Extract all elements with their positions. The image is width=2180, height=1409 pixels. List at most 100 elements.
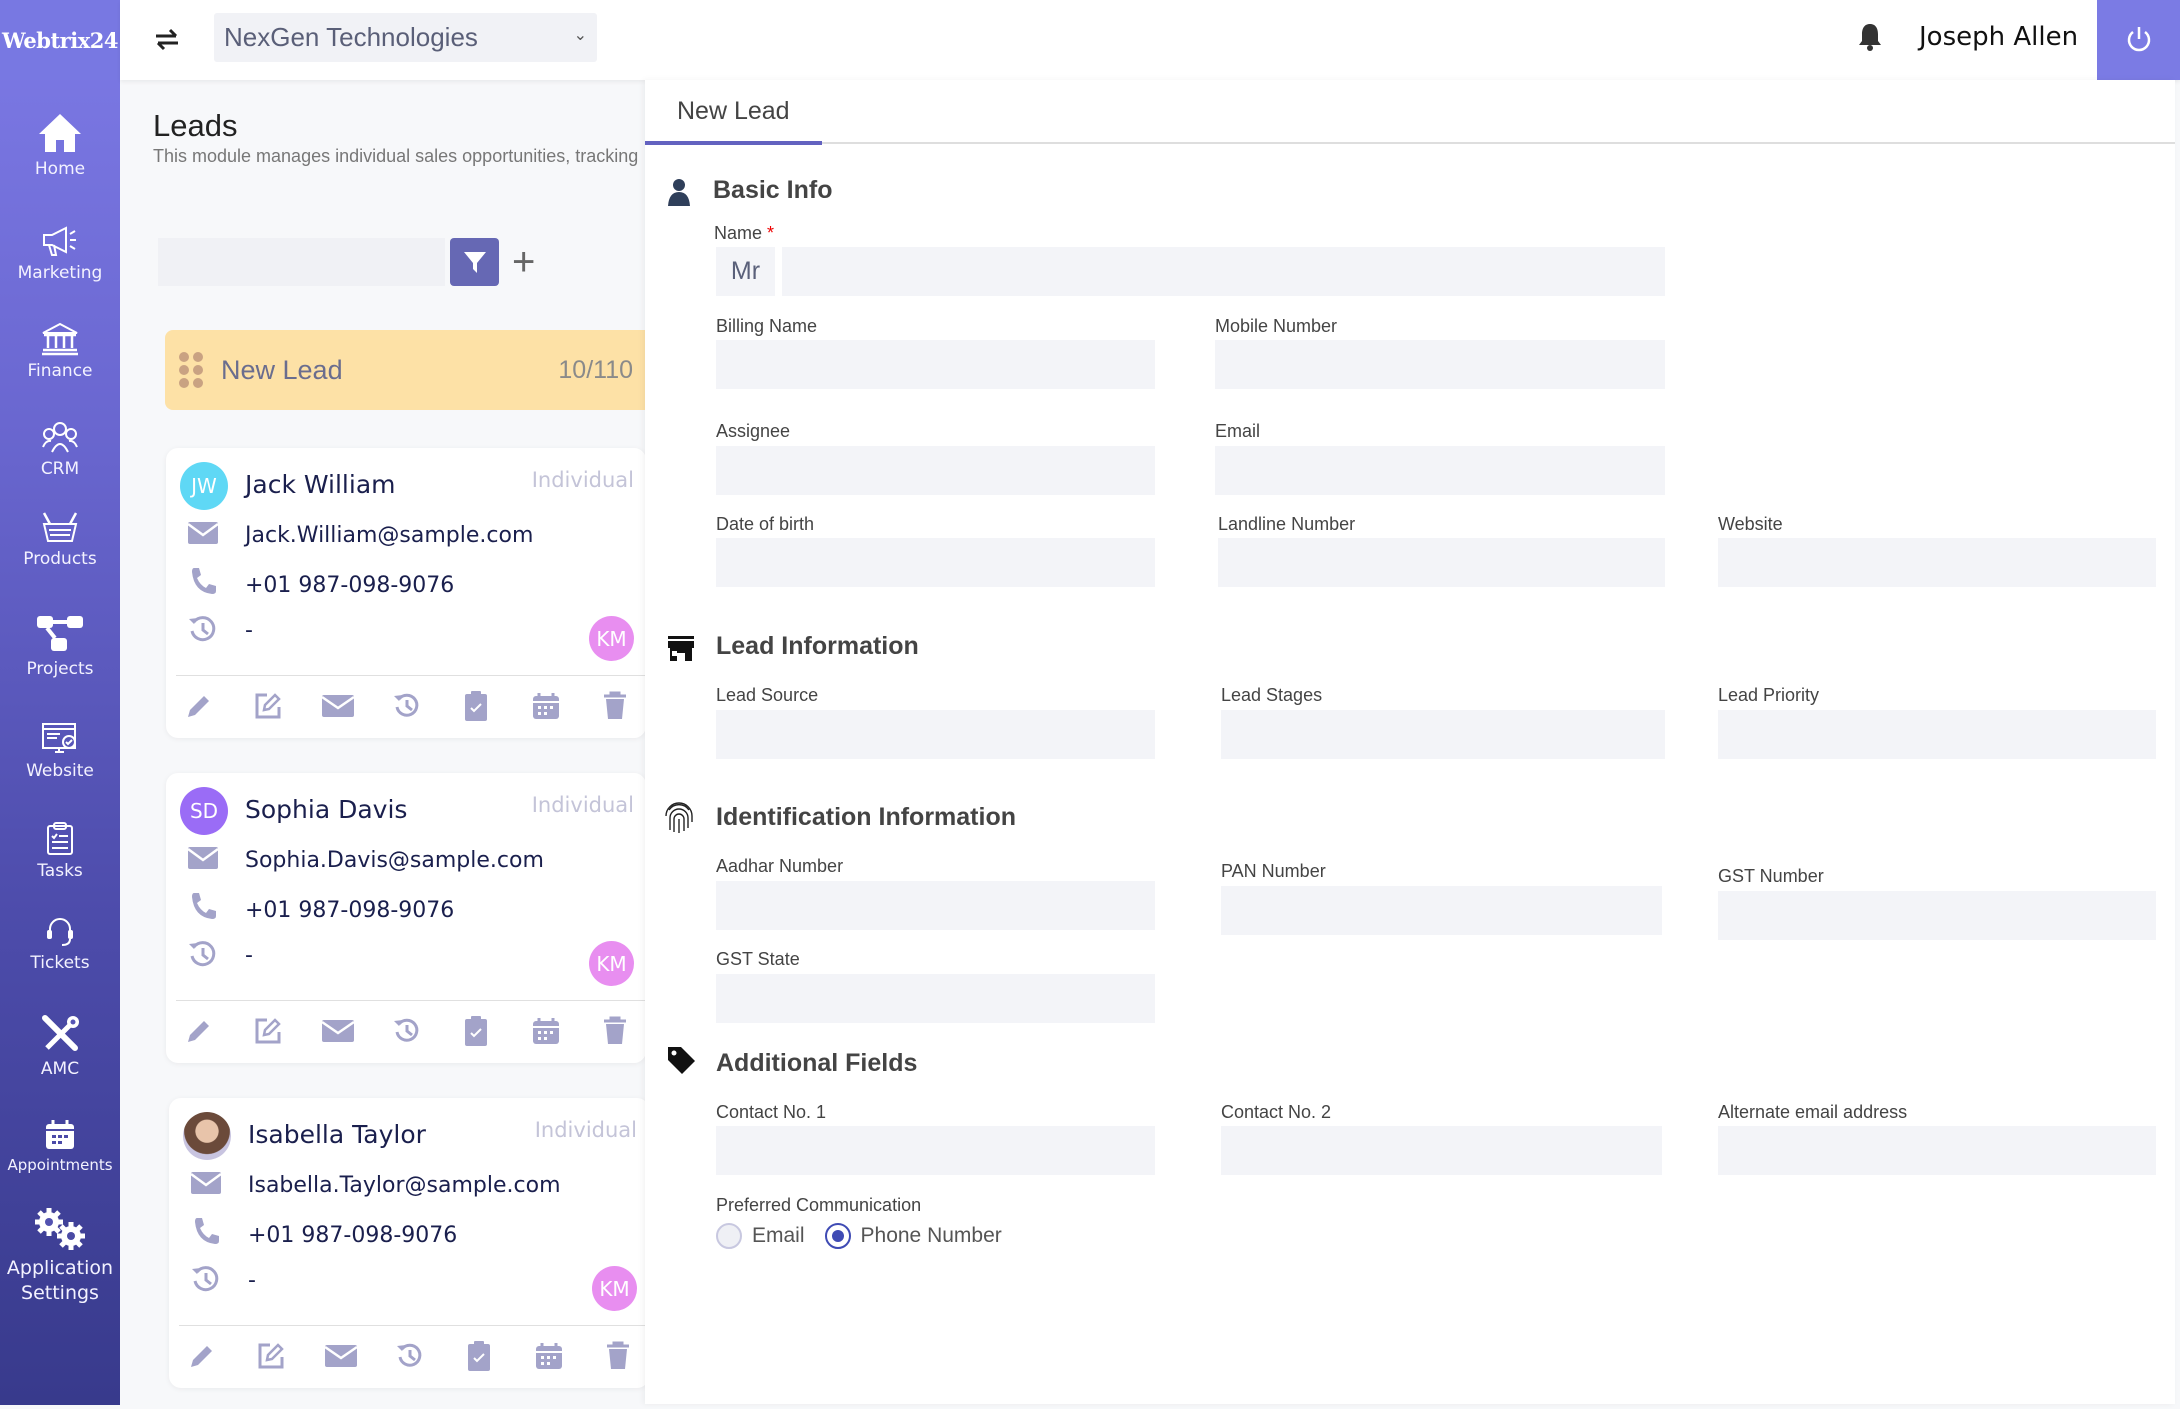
lead-card[interactable]: SD Sophia Davis Individual Sophia.Davis@… — [166, 773, 646, 1063]
website-label: Website — [1718, 514, 1783, 534]
mobile-number-input[interactable] — [1215, 340, 1665, 389]
edit-note-icon[interactable] — [251, 689, 285, 723]
calendar-icon[interactable] — [532, 1339, 566, 1373]
history-icon[interactable] — [390, 1014, 424, 1048]
company-select[interactable]: NexGen Technologies ⌄ — [214, 13, 597, 62]
sidebar-item-home[interactable]: Home — [0, 112, 120, 180]
delete-icon[interactable] — [598, 1014, 632, 1048]
name-input[interactable] — [782, 247, 1665, 296]
lead-email[interactable]: Sophia.Davis@sample.com — [245, 848, 544, 873]
edit-icon[interactable] — [182, 1014, 216, 1048]
gst-number-input[interactable] — [1718, 891, 2156, 940]
lead-phone[interactable]: +01 987-098-9076 — [245, 573, 454, 598]
billing-name-input[interactable] — [716, 340, 1155, 389]
edit-icon[interactable] — [185, 1339, 219, 1373]
sidebar-item-finance[interactable]: Finance — [0, 322, 120, 382]
radio-email[interactable] — [716, 1223, 742, 1249]
edit-icon[interactable] — [182, 689, 216, 723]
calendar-icon[interactable] — [529, 689, 563, 723]
contact2-input[interactable] — [1221, 1126, 1662, 1175]
history-icon[interactable] — [390, 689, 424, 723]
swap-icon[interactable] — [152, 24, 182, 54]
gst-number-label: GST Number — [1718, 866, 1824, 886]
lead-name[interactable]: Sophia Davis — [245, 795, 407, 824]
calendar-icon[interactable] — [529, 1014, 563, 1048]
lead-name[interactable]: Isabella Taylor — [248, 1120, 426, 1149]
lead-source-input[interactable] — [716, 710, 1155, 759]
drag-handle-icon[interactable] — [179, 352, 203, 388]
edit-note-icon[interactable] — [251, 1014, 285, 1048]
lead-name[interactable]: Jack William — [245, 470, 396, 499]
sidebar-item-label: Projects — [26, 659, 94, 679]
filter-icon — [463, 252, 486, 273]
contact1-label: Contact No. 1 — [716, 1102, 827, 1122]
sidebar-item-amc[interactable]: AMC — [0, 1014, 120, 1080]
task-clipboard-icon[interactable] — [462, 1339, 496, 1373]
card-actions — [182, 688, 632, 724]
radio-email-label[interactable]: Email — [752, 1224, 805, 1248]
avatar-photo — [183, 1112, 231, 1160]
send-email-icon[interactable] — [320, 1014, 355, 1048]
add-lead-button[interactable]: + — [512, 242, 535, 282]
sidebar-item-application-settings[interactable]: Application Settings — [0, 1206, 120, 1305]
calendar-icon — [46, 1120, 74, 1149]
sidebar-item-projects[interactable]: Projects — [0, 612, 120, 680]
delete-icon[interactable] — [598, 689, 632, 723]
tab-new-lead[interactable]: New Lead — [677, 97, 790, 126]
new-lead-panel: New Lead Basic Info Name * Mr Billing Na… — [645, 80, 2175, 1404]
sidebar-item-tickets[interactable]: Tickets — [0, 914, 120, 974]
send-email-icon[interactable] — [320, 689, 355, 723]
tab-active-indicator — [645, 141, 822, 145]
pan-input[interactable] — [1221, 886, 1662, 935]
sidebar-item-products[interactable]: Products — [0, 510, 120, 570]
lead-stages-input[interactable] — [1221, 710, 1665, 759]
dob-input[interactable] — [716, 538, 1155, 587]
alt-email-input[interactable] — [1718, 1126, 2156, 1175]
website-input[interactable] — [1718, 538, 2156, 587]
stage-header[interactable]: New Lead 10/110 — [165, 330, 655, 410]
landline-input[interactable] — [1218, 538, 1665, 587]
bell-icon[interactable] — [1857, 22, 1883, 52]
task-clipboard-icon[interactable] — [459, 1014, 493, 1048]
delete-icon[interactable] — [601, 1339, 635, 1373]
lead-phone[interactable]: +01 987-098-9076 — [245, 898, 454, 923]
lead-priority-input[interactable] — [1718, 710, 2156, 759]
lead-stages-label: Lead Stages — [1221, 685, 1323, 705]
search-input[interactable] — [158, 238, 445, 286]
user-name[interactable]: Joseph Allen — [1919, 22, 2078, 52]
name-prefix-select[interactable]: Mr — [716, 247, 775, 296]
page-description: This module manages individual sales opp… — [153, 146, 639, 166]
lead-type: Individual — [531, 468, 634, 492]
logout-button[interactable] — [2097, 0, 2180, 80]
headset-icon — [47, 918, 73, 946]
sidebar-item-crm[interactable]: CRM — [0, 420, 120, 480]
email-input[interactable] — [1215, 446, 1665, 495]
sidebar-item-label: Application Settings — [6, 1257, 114, 1304]
lead-phone[interactable]: +01 987-098-9076 — [248, 1223, 457, 1248]
edit-note-icon[interactable] — [254, 1339, 288, 1373]
radio-phone-number-label[interactable]: Phone Number — [861, 1224, 1002, 1248]
contact2-label: Contact No. 2 — [1221, 1102, 1332, 1122]
gst-state-input[interactable] — [716, 974, 1155, 1023]
aadhar-input[interactable] — [716, 881, 1155, 930]
filter-button[interactable] — [450, 238, 499, 286]
lead-card[interactable]: JW Jack William Individual Jack.William@… — [166, 448, 646, 738]
lead-email[interactable]: Isabella.Taylor@sample.com — [248, 1173, 561, 1198]
sidebar-item-tasks[interactable]: Tasks — [0, 822, 120, 882]
lead-email[interactable]: Jack.William@sample.com — [245, 523, 533, 548]
send-email-icon[interactable] — [323, 1339, 358, 1373]
radio-phone-number[interactable] — [824, 1223, 851, 1249]
mobile-number-label: Mobile Number — [1215, 316, 1338, 336]
contact1-input[interactable] — [716, 1126, 1155, 1175]
divider — [176, 1000, 646, 1001]
history-icon[interactable] — [393, 1339, 427, 1373]
sidebar-item-marketing[interactable]: Marketing — [0, 224, 120, 284]
app-logo[interactable]: Webtrix24 — [0, 0, 120, 80]
project-icon — [37, 616, 83, 651]
sidebar-item-website[interactable]: Website — [0, 722, 120, 782]
task-clipboard-icon[interactable] — [459, 689, 493, 723]
assignee-input[interactable] — [716, 446, 1155, 495]
lead-card[interactable]: Isabella Taylor Individual Isabella.Tayl… — [169, 1098, 649, 1388]
sidebar-item-appointments[interactable]: Appointments — [0, 1118, 120, 1176]
card-actions — [185, 1338, 635, 1374]
